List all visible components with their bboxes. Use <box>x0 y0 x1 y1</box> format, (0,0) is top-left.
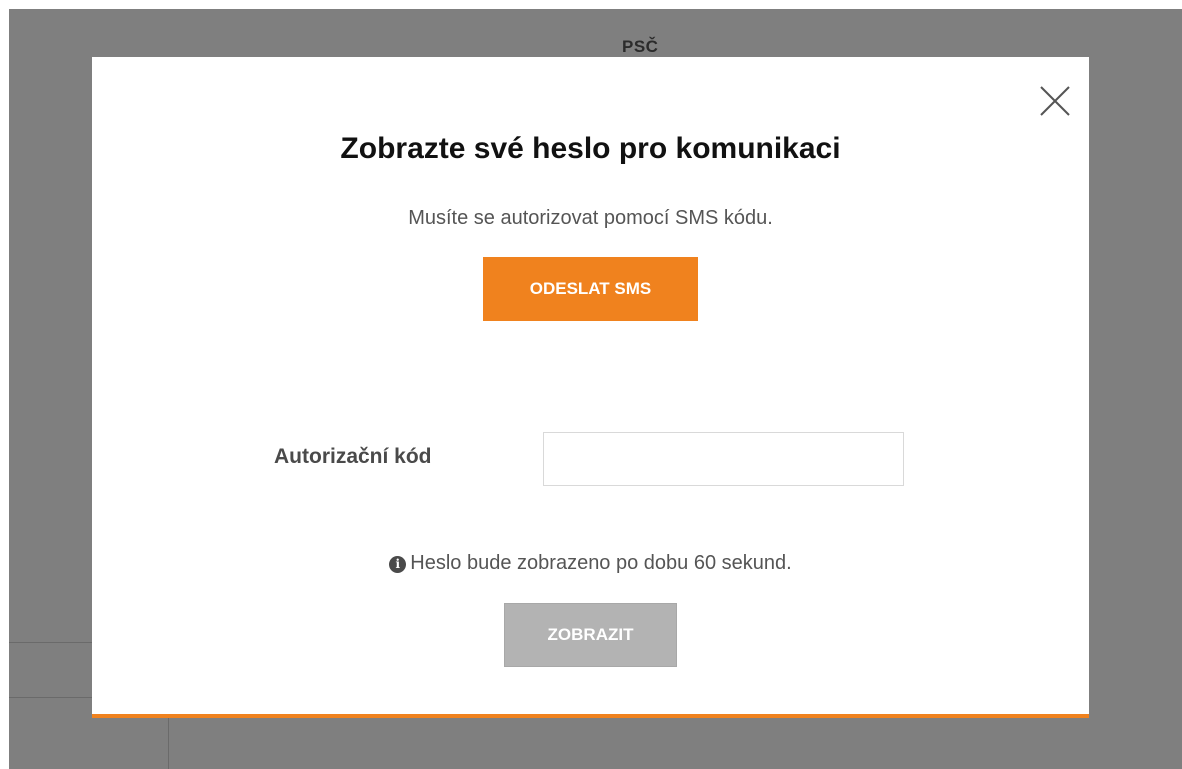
close-button[interactable] <box>1038 84 1072 118</box>
background-divider <box>9 642 92 643</box>
auth-code-label: Autorizační kód <box>274 445 432 468</box>
modal-title: Zobrazte své heslo pro komunikaci <box>340 132 841 165</box>
info-message: i Heslo bude zobrazeno po dobu 60 sekund. <box>92 552 1089 575</box>
info-text: Heslo bude zobrazeno po dobu 60 sekund. <box>410 552 792 574</box>
password-modal: Zobrazte své heslo pro komunikaci Musíte… <box>92 57 1089 718</box>
close-icon <box>1040 86 1070 116</box>
background-divider <box>9 697 92 698</box>
auth-code-input[interactable] <box>543 432 904 486</box>
background-divider <box>168 718 169 769</box>
show-password-button[interactable]: ZOBRAZIT <box>504 603 677 667</box>
background-field-label: PSČ <box>622 37 659 56</box>
info-circle-icon: i <box>389 556 407 573</box>
modal-subtitle: Musíte se autorizovat pomocí SMS kódu. <box>408 207 773 229</box>
send-sms-button[interactable]: ODESLAT SMS <box>483 257 698 321</box>
